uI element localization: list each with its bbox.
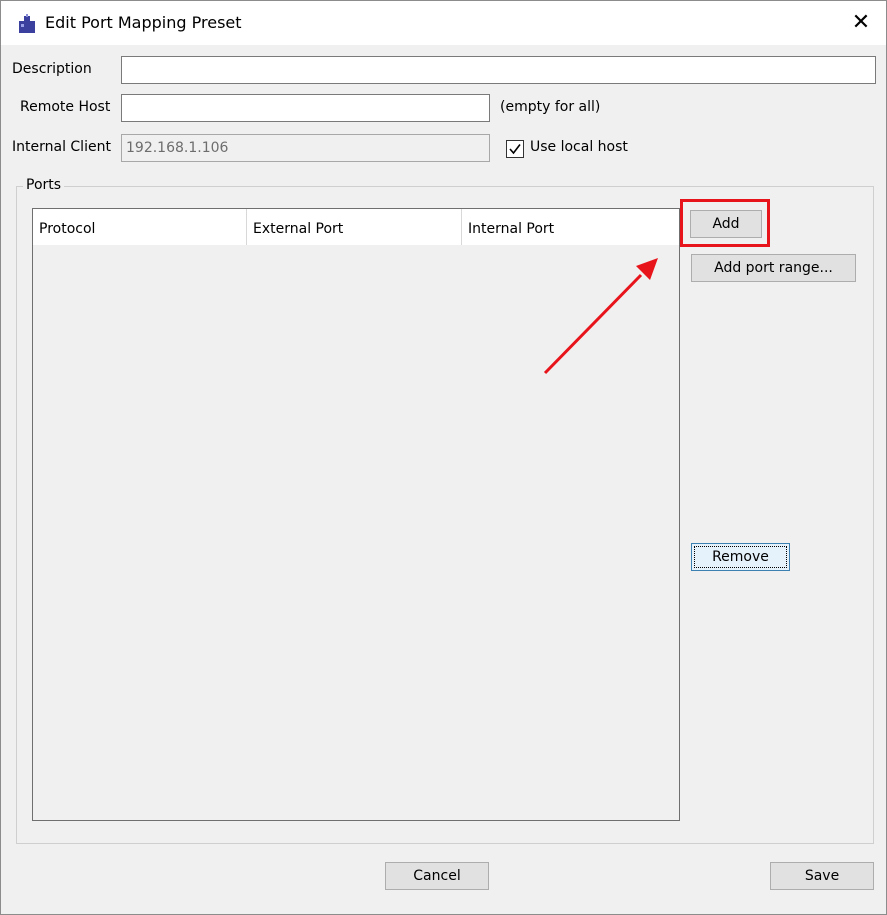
save-button[interactable]: Save xyxy=(770,862,874,890)
puzzle-app-icon xyxy=(17,14,37,34)
annotation-highlight-box xyxy=(680,199,770,247)
window-title: Edit Port Mapping Preset xyxy=(45,13,242,32)
description-label: Description xyxy=(12,61,92,77)
title-bar[interactable]: Edit Port Mapping Preset ✕ xyxy=(1,1,886,45)
column-header-external-port[interactable]: External Port xyxy=(247,209,462,245)
checkmark-icon xyxy=(509,144,521,155)
column-header-internal-port[interactable]: Internal Port xyxy=(462,209,679,245)
ports-table-header: Protocol External Port Internal Port xyxy=(33,209,679,245)
internal-client-field xyxy=(121,134,490,162)
remote-host-field[interactable] xyxy=(121,94,490,122)
annotation-arrow-icon xyxy=(543,258,658,375)
column-header-protocol[interactable]: Protocol xyxy=(33,209,247,245)
description-field[interactable] xyxy=(121,56,876,84)
remote-host-label: Remote Host xyxy=(20,99,111,115)
dialog-window: Edit Port Mapping Preset ✕ Description R… xyxy=(0,0,887,915)
remove-button[interactable]: Remove xyxy=(691,543,790,571)
close-icon[interactable]: ✕ xyxy=(846,7,876,37)
add-port-range-button[interactable]: Add port range... xyxy=(691,254,856,282)
internal-client-label: Internal Client xyxy=(12,139,111,155)
use-local-host-checkbox[interactable] xyxy=(506,140,524,158)
use-local-host-label[interactable]: Use local host xyxy=(530,139,628,155)
remote-host-hint: (empty for all) xyxy=(500,99,601,115)
ports-group-title: Ports xyxy=(23,177,65,193)
cancel-button[interactable]: Cancel xyxy=(385,862,489,890)
